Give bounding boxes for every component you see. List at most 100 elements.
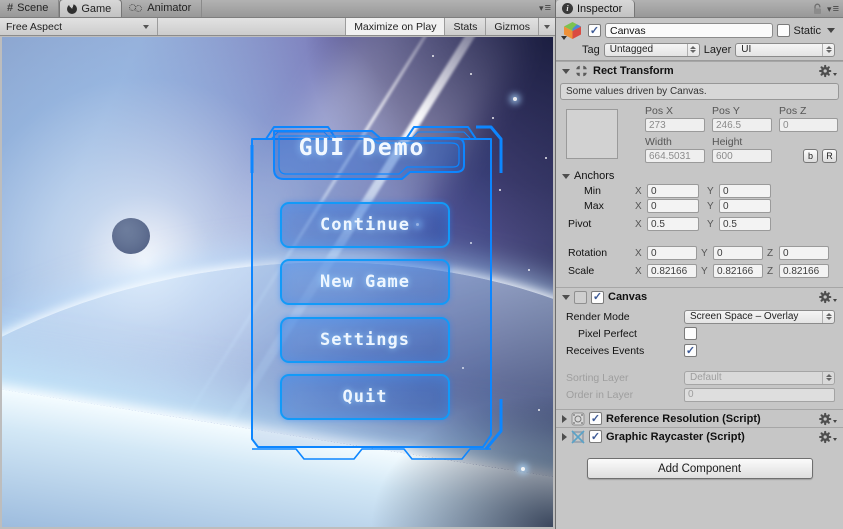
scene-grid-icon: #: [7, 2, 13, 14]
foldout-closed-icon[interactable]: [562, 433, 567, 441]
game-viewport: GUI Demo Continue New Game Settings Quit: [2, 37, 553, 527]
tag-label: Tag: [582, 44, 600, 56]
rect-transform-position-block: Pos X Pos Y Pos Z 273 246.5 0 Width Heig…: [556, 105, 843, 165]
rotation-x-field[interactable]: 0: [647, 246, 697, 260]
foldout-open-icon[interactable]: [562, 174, 570, 179]
width-field[interactable]: 664.5031: [645, 149, 705, 163]
rect-transform-title: Rect Transform: [593, 65, 674, 77]
pivot-y-field[interactable]: 0.5: [719, 217, 771, 231]
pos-z-label: Pos Z: [779, 105, 806, 117]
pane-menu-icon[interactable]: ▾≡: [539, 3, 551, 14]
tab-animator[interactable]: Animator: [122, 0, 202, 17]
reference-resolution-header[interactable]: ✓ Reference Resolution (Script): [556, 409, 843, 427]
width-label: Width: [645, 136, 672, 148]
tag-dropdown[interactable]: Untagged: [604, 43, 700, 57]
receives-events-checkbox[interactable]: ✓: [684, 344, 697, 357]
maximize-on-play-button[interactable]: Maximize on Play: [345, 18, 444, 35]
animator-circles-icon: [129, 3, 143, 13]
menu-title-box: GUI Demo: [260, 125, 478, 183]
static-checkbox[interactable]: [777, 24, 790, 37]
component-gear-icon[interactable]: [818, 290, 837, 304]
rect-transform-header[interactable]: Rect Transform: [556, 61, 843, 80]
tab-inspector[interactable]: i Inspector: [556, 0, 635, 17]
active-checkbox[interactable]: ✓: [588, 24, 601, 37]
anchors-foldout[interactable]: Anchors: [562, 169, 835, 183]
gameobject-cube-icon[interactable]: [562, 21, 584, 40]
render-mode-dropdown[interactable]: Screen Space – Overlay: [684, 310, 835, 324]
inspector-tabbar: i Inspector ▾≡: [556, 0, 843, 18]
render-mode-label: Render Mode: [566, 311, 684, 323]
rotation-row: Rotation X 0 Y 0 Z 0: [562, 246, 835, 260]
height-field[interactable]: 600: [712, 149, 772, 163]
static-dropdown-icon[interactable]: [827, 28, 835, 33]
aspect-dropdown[interactable]: Free Aspect: [0, 18, 158, 35]
component-gear-icon[interactable]: [818, 64, 837, 78]
add-component-button[interactable]: Add Component: [587, 458, 813, 479]
name-field[interactable]: Canvas: [605, 23, 773, 38]
gizmos-dropdown-caret[interactable]: [538, 18, 555, 35]
blueprint-mode-button[interactable]: b: [803, 149, 818, 163]
left-tabbar: # Scene Game Animator ▾≡: [0, 0, 555, 18]
graphic-raycaster-header[interactable]: ✓ Graphic Raycaster (Script): [556, 427, 843, 445]
max-x-field[interactable]: 0: [647, 199, 699, 213]
layer-label: Layer: [704, 44, 732, 56]
gizmos-button[interactable]: Gizmos: [485, 18, 538, 35]
min-x-field[interactable]: 0: [647, 184, 699, 198]
game-panel: # Scene Game Animator ▾≡ Free Aspect Max…: [0, 0, 556, 529]
pixel-perfect-row: Pixel Perfect: [566, 326, 835, 341]
pivot-x-field[interactable]: 0.5: [647, 217, 699, 231]
rotation-label: Rotation: [562, 247, 635, 259]
info-icon: i: [562, 3, 573, 14]
component-gear-icon[interactable]: [818, 412, 837, 426]
stats-button[interactable]: Stats: [444, 18, 485, 35]
canvas-component-header[interactable]: ✓ Canvas: [556, 287, 843, 306]
rotation-y-field[interactable]: 0: [713, 246, 763, 260]
component-gear-icon[interactable]: [818, 430, 837, 444]
foldout-open-icon[interactable]: [562, 295, 570, 300]
canvas-enabled-checkbox[interactable]: ✓: [591, 291, 604, 304]
tab-scene-label: Scene: [17, 2, 48, 14]
graphic-raycaster-title: Graphic Raycaster (Script): [606, 431, 745, 443]
inspector-panel: i Inspector ▾≡ ✓ Canvas: [556, 0, 843, 529]
static-label: Static: [793, 25, 821, 37]
continue-button[interactable]: Continue: [280, 202, 450, 248]
raw-edit-mode-button[interactable]: R: [822, 149, 837, 163]
max-y-field[interactable]: 0: [719, 199, 771, 213]
pivot-row: Pivot X 0.5 Y 0.5: [562, 217, 835, 231]
updown-caret-icon: [822, 372, 834, 384]
graphic-raycaster-checkbox[interactable]: ✓: [589, 430, 602, 443]
lock-icon[interactable]: [812, 3, 823, 15]
pos-y-field[interactable]: 246.5: [712, 118, 772, 132]
pos-x-field[interactable]: 273: [645, 118, 705, 132]
updown-caret-icon: [822, 44, 834, 56]
tab-scene[interactable]: # Scene: [0, 0, 59, 17]
foldout-open-icon[interactable]: [562, 69, 570, 74]
pixel-perfect-checkbox[interactable]: [684, 327, 697, 340]
scale-y-field[interactable]: 0.82166: [713, 264, 763, 278]
inspector-pane-menu-icon[interactable]: ▾≡: [827, 4, 839, 15]
scale-x-field[interactable]: 0.82166: [647, 264, 697, 278]
quit-button[interactable]: Quit: [280, 374, 450, 420]
anchors-label: Anchors: [574, 170, 614, 182]
height-label: Height: [712, 136, 742, 148]
rect-transform-icon: [574, 64, 589, 78]
min-y-field[interactable]: 0: [719, 184, 771, 198]
pos-y-label: Pos Y: [712, 105, 740, 117]
order-in-layer-field[interactable]: 0: [684, 388, 835, 402]
sorting-layer-dropdown[interactable]: Default: [684, 371, 835, 385]
foldout-closed-icon[interactable]: [562, 415, 567, 423]
new-game-button[interactable]: New Game: [280, 259, 450, 305]
order-in-layer-row: Order in Layer 0: [566, 387, 835, 402]
settings-button[interactable]: Settings: [280, 317, 450, 363]
scale-z-field[interactable]: 0.82166: [779, 264, 829, 278]
tab-game-label: Game: [81, 3, 111, 15]
tab-game[interactable]: Game: [59, 0, 122, 17]
rotation-z-field[interactable]: 0: [779, 246, 829, 260]
pos-z-field[interactable]: 0: [779, 118, 838, 132]
pos-x-label: Pos X: [645, 105, 673, 117]
reference-resolution-checkbox[interactable]: ✓: [589, 412, 602, 425]
layer-dropdown[interactable]: UI: [735, 43, 835, 57]
reference-resolution-title: Reference Resolution (Script): [606, 413, 761, 425]
receives-events-label: Receives Events: [566, 345, 684, 357]
gameobject-header: ✓ Canvas Static Tag Untagged Layer UI: [556, 18, 843, 61]
